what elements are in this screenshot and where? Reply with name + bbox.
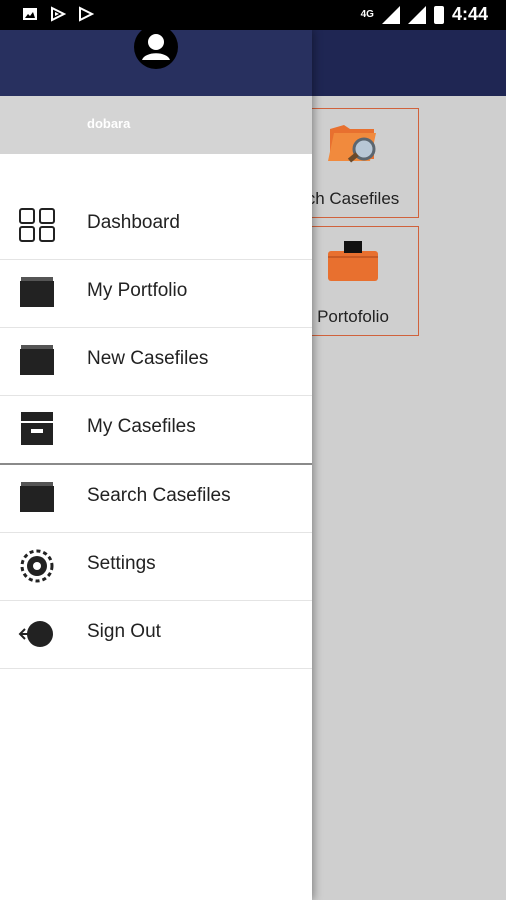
sign-out-icon — [18, 616, 56, 652]
drawer-header — [0, 25, 312, 96]
image-notification-icon — [22, 6, 38, 22]
menu-item-sign-out[interactable]: Sign Out — [0, 601, 312, 669]
menu-item-dashboard[interactable]: Dashboard — [0, 192, 312, 260]
menu-item-label: Dashboard — [87, 212, 180, 233]
status-bar: 4G 4:44 — [0, 0, 506, 30]
folder-icon — [18, 480, 56, 516]
menu-item-label: Sign Out — [87, 621, 161, 642]
menu-item-label: New Casefiles — [87, 348, 209, 369]
navigation-drawer: dobara Dashboard My Portfolio New Casefi… — [0, 25, 312, 900]
signal-icon-2 — [407, 5, 426, 24]
menu-item-my-casefiles[interactable]: My Casefiles — [0, 396, 312, 465]
play-store-notification-icon — [50, 6, 67, 22]
menu-item-label: Search Casefiles — [87, 485, 231, 506]
system-status: 4G 4:44 — [361, 4, 488, 25]
folder-icon — [18, 275, 56, 311]
username: dobara — [87, 116, 131, 131]
menu-item-my-portfolio[interactable]: My Portfolio — [0, 260, 312, 328]
play-notification-icon — [78, 6, 95, 22]
battery-icon — [433, 5, 444, 24]
settings-gear-icon — [18, 548, 56, 584]
menu-item-settings[interactable]: Settings — [0, 533, 312, 601]
drawer-menu: Dashboard My Portfolio New Casefiles My … — [0, 192, 312, 669]
folder-icon — [18, 343, 56, 379]
folder-search-icon — [324, 119, 382, 165]
menu-item-label: My Portfolio — [87, 280, 188, 301]
notification-icons — [22, 6, 95, 22]
profile-band: dobara — [0, 96, 312, 154]
signal-icon — [381, 5, 400, 24]
dashboard-grid-icon — [18, 207, 56, 243]
network-type-label: 4G — [360, 9, 374, 20]
menu-item-new-casefiles[interactable]: New Casefiles — [0, 328, 312, 396]
menu-item-label: My Casefiles — [87, 416, 196, 437]
clock: 4:44 — [451, 4, 488, 24]
archive-box-icon — [18, 411, 56, 447]
briefcase-icon — [324, 237, 382, 283]
menu-item-search-casefiles[interactable]: Search Casefiles — [0, 465, 312, 533]
avatar-icon[interactable] — [133, 24, 179, 70]
menu-item-label: Settings — [87, 553, 156, 574]
